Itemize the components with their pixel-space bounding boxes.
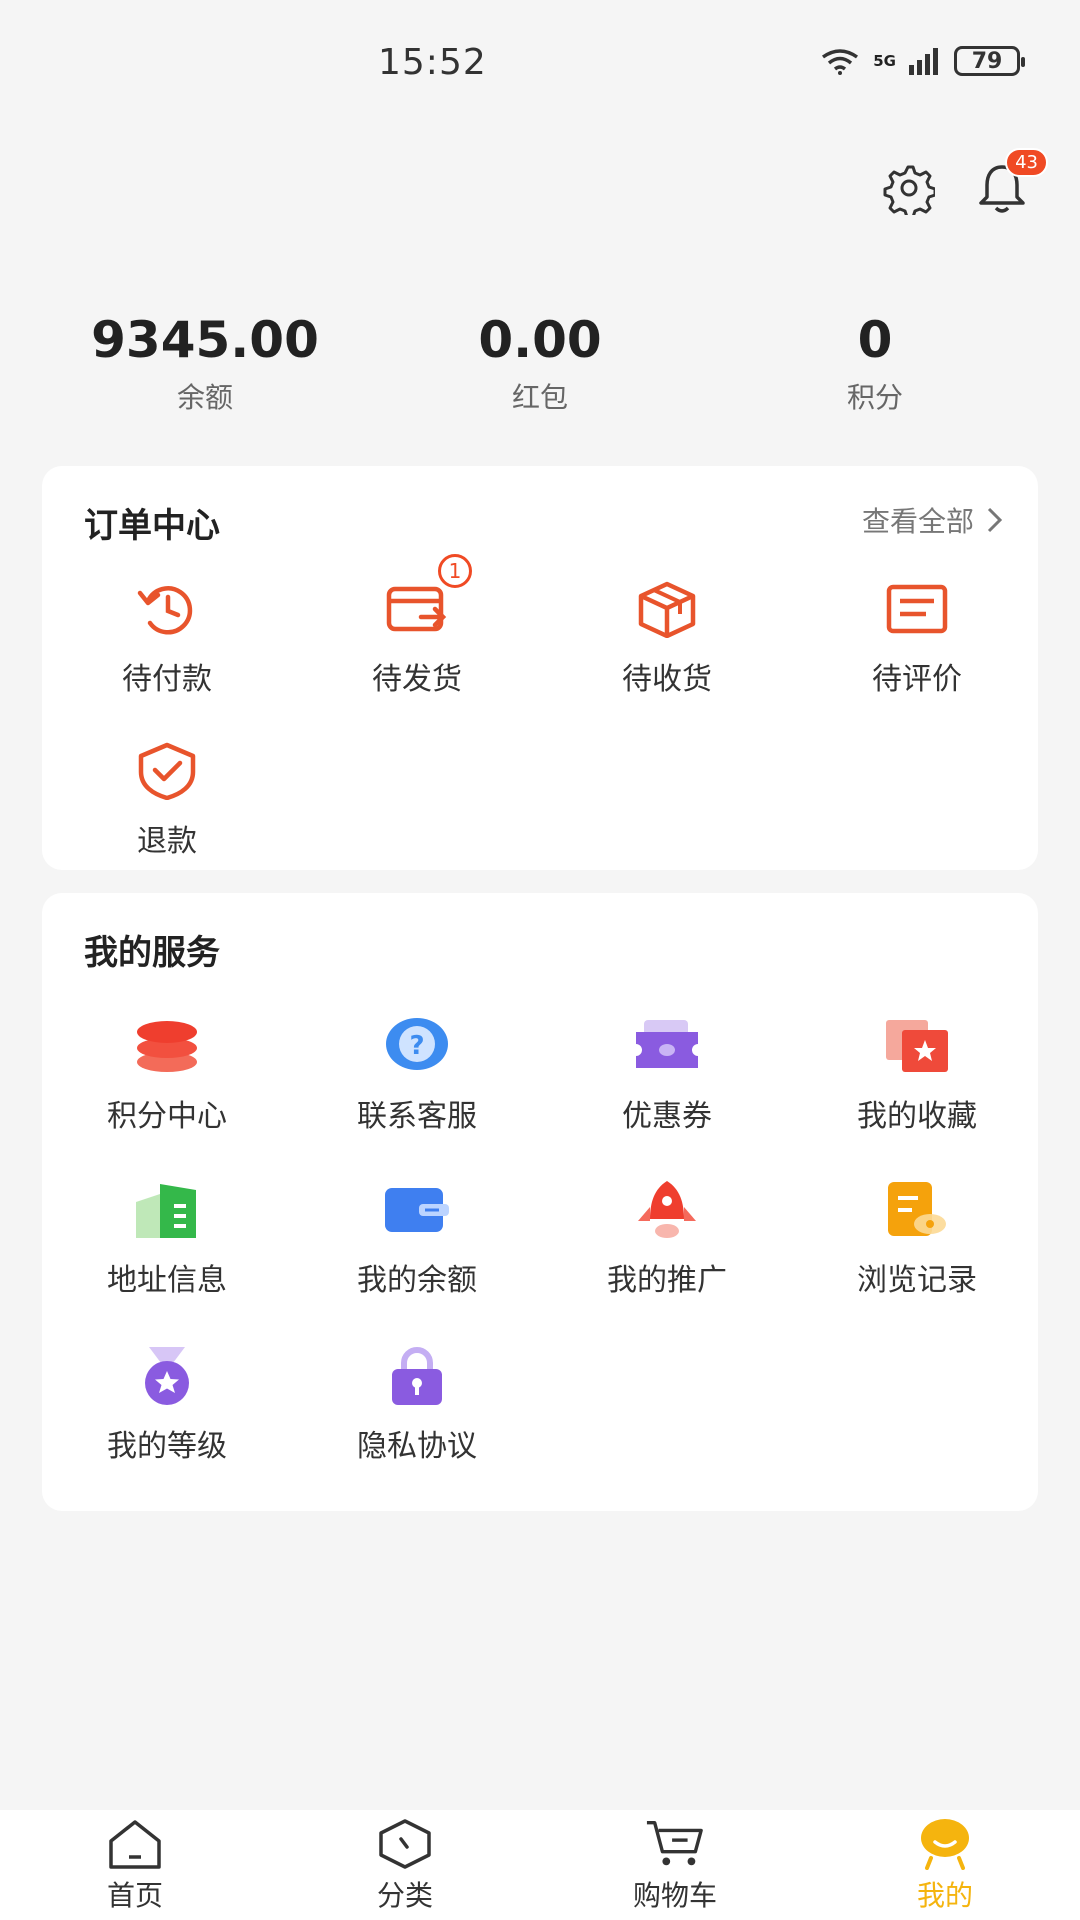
stat-value: 9345.00 (91, 311, 319, 369)
battery-level: 79 (971, 48, 1003, 74)
service-coupons[interactable]: 优惠券 (542, 1011, 792, 1135)
notification-button[interactable]: 43 (974, 148, 1048, 216)
nav-cart-label: 购物车 (632, 1879, 717, 1912)
gear-icon (883, 165, 935, 215)
signal-icon (909, 48, 938, 75)
order-pending-receipt[interactable]: 待收货 (542, 574, 792, 698)
service-membership-level-label: 我的等级 (107, 1429, 227, 1464)
shield-check-icon (138, 742, 196, 800)
package-box-icon (638, 581, 696, 638)
order-center-title: 订单中心 (84, 506, 220, 546)
stat-balance[interactable]: 9345.00 余额 (0, 310, 410, 416)
stat-label: 余额 (176, 381, 233, 414)
service-privacy-policy[interactable]: 隐私协议 (292, 1341, 542, 1465)
bottom-navigation: 首页 分类 购物车 我的 (0, 1810, 1080, 1920)
service-customer-support[interactable]: ? 联系客服 (292, 1011, 542, 1135)
service-points-center[interactable]: 积分中心 (42, 1011, 292, 1135)
coin-stack-icon (137, 1021, 197, 1072)
nav-cart[interactable]: 购物车 (540, 1810, 810, 1920)
order-pending-payment-label: 待付款 (122, 662, 212, 697)
order-pending-payment[interactable]: 待付款 (42, 574, 292, 698)
medal-icon (145, 1347, 189, 1405)
order-refund[interactable]: 退款 (42, 736, 292, 860)
settings-button[interactable] (880, 160, 936, 216)
home-icon (109, 1820, 161, 1869)
nav-profile-label: 我的 (916, 1879, 973, 1912)
nav-home-label: 首页 (106, 1879, 163, 1912)
stat-points[interactable]: 0 积分 (670, 310, 1080, 416)
wallet-card-icon (385, 1188, 449, 1232)
history-clock-icon (137, 586, 193, 635)
service-points-center-label: 积分中心 (107, 1099, 227, 1134)
service-privacy-policy-label: 隐私协议 (357, 1429, 477, 1464)
shipment-count-badge: 1 (438, 554, 472, 588)
service-browsing-history[interactable]: 浏览记录 (792, 1175, 1042, 1299)
history-document-icon (888, 1182, 946, 1236)
order-pending-shipment[interactable]: 1 待发货 (292, 554, 542, 698)
coupon-ticket-icon (636, 1020, 698, 1068)
help-bubble-icon: ? (386, 1018, 448, 1070)
rocket-icon (638, 1181, 696, 1238)
account-stats: 9345.00 余额 0.00 红包 0 积分 (0, 310, 1080, 416)
favorite-star-icon (886, 1020, 948, 1072)
network-type: 5G (873, 52, 896, 70)
service-promotion-label: 我的推广 (607, 1263, 727, 1298)
nav-home[interactable]: 首页 (0, 1810, 270, 1920)
service-address-label: 地址信息 (107, 1263, 227, 1298)
wifi-icon (822, 49, 859, 75)
stat-red-packet[interactable]: 0.00 红包 (410, 310, 670, 416)
status-bar: 15:52 5G 79 (0, 0, 1080, 130)
view-all-label: 查看全部 (861, 505, 974, 538)
order-refund-label: 退款 (137, 824, 197, 859)
stat-value: 0 (857, 311, 893, 369)
compass-icon (379, 1819, 431, 1869)
cart-icon (646, 1821, 703, 1866)
nav-profile[interactable]: 我的 (810, 1810, 1080, 1920)
service-customer-support-label: 联系客服 (357, 1099, 477, 1134)
status-time: 15:52 (378, 42, 487, 83)
stat-label: 红包 (511, 381, 568, 414)
profile-face-icon (921, 1819, 969, 1870)
service-favorites-label: 我的收藏 (857, 1099, 977, 1134)
service-favorites[interactable]: 我的收藏 (792, 1011, 1042, 1135)
shipment-card-icon (386, 586, 447, 632)
service-promotion[interactable]: 我的推广 (542, 1175, 792, 1299)
order-pending-receipt-label: 待收货 (622, 662, 712, 697)
nav-category[interactable]: 分类 (270, 1810, 540, 1920)
status-icons: 5G 79 (819, 46, 1025, 76)
service-browsing-history-label: 浏览记录 (857, 1263, 977, 1298)
header-actions: 43 (880, 148, 1048, 216)
stat-value: 0.00 (478, 311, 602, 369)
address-document-icon (136, 1184, 196, 1238)
my-services-title: 我的服务 (84, 933, 220, 973)
nav-category-label: 分类 (376, 1879, 433, 1912)
view-all-orders-link[interactable]: 查看全部 (862, 500, 1004, 540)
notification-badge: 43 (1005, 148, 1048, 177)
review-list-icon (886, 584, 948, 634)
service-membership-level[interactable]: 我的等级 (42, 1341, 292, 1465)
battery-icon: 79 (954, 46, 1025, 76)
order-pending-review-label: 待评价 (872, 662, 962, 697)
service-balance[interactable]: 我的余额 (292, 1175, 542, 1299)
my-services-card: 我的服务 积分中心 ? 联系客服 优惠券 我的收藏 地址信息 我的余额 我的推广… (42, 893, 1038, 1511)
order-pending-shipment-label: 待发货 (372, 662, 462, 697)
stat-label: 积分 (846, 381, 903, 414)
lock-icon (392, 1347, 442, 1405)
service-balance-label: 我的余额 (357, 1263, 477, 1298)
chevron-right-icon (987, 507, 1003, 533)
order-center-card: 订单中心 查看全部 待付款 1 待发货 待收货 待评价 退款 (42, 466, 1038, 870)
order-pending-review[interactable]: 待评价 (792, 574, 1042, 698)
service-address[interactable]: 地址信息 (42, 1175, 292, 1299)
svg-text:?: ? (409, 1031, 424, 1061)
service-coupons-label: 优惠券 (622, 1099, 712, 1134)
